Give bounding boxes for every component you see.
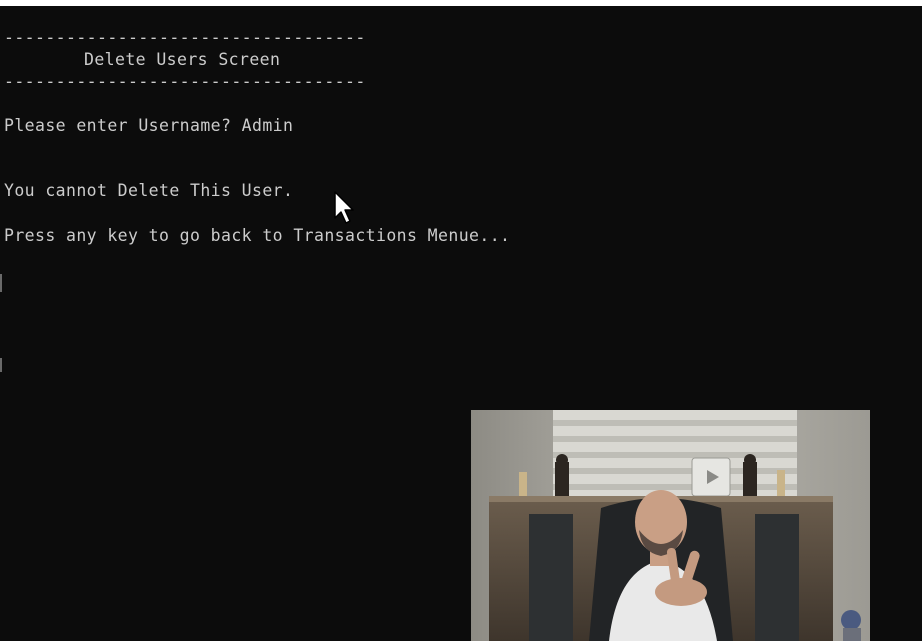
separator-top: ----------------------------------- bbox=[4, 28, 366, 47]
mouse-pointer-icon bbox=[333, 190, 357, 226]
console-window[interactable]: ----------------------------------- Dele… bbox=[0, 6, 922, 641]
console-edge-mark bbox=[0, 358, 2, 372]
separator-bottom: ----------------------------------- bbox=[4, 72, 366, 91]
username-prompt: Please enter Username? Admin bbox=[4, 116, 294, 135]
error-message: You cannot Delete This User. bbox=[4, 181, 294, 200]
webcam-overlay bbox=[471, 410, 870, 641]
screen-title: Delete Users Screen bbox=[84, 50, 281, 69]
console-edge-mark bbox=[0, 274, 2, 292]
press-key-message: Press any key to go back to Transactions… bbox=[4, 226, 511, 245]
